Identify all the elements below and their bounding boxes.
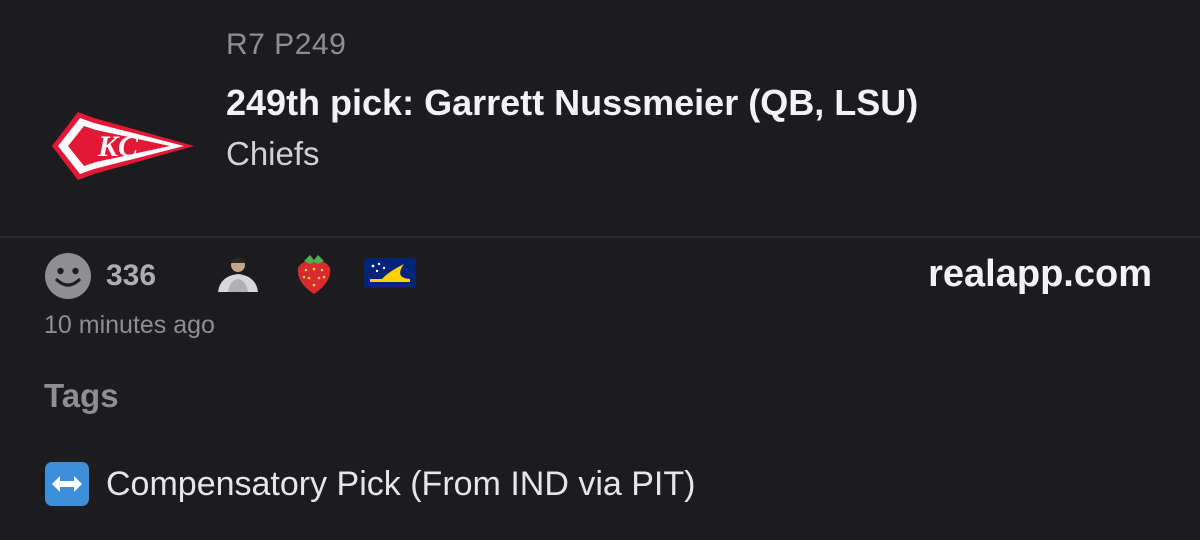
reaction-count: 336 [106, 259, 157, 292]
person-avatar-icon[interactable] [212, 252, 264, 292]
tags-heading: Tags [44, 377, 119, 414]
pick-code: R7 P249 [226, 28, 347, 61]
divider [0, 236, 1200, 238]
tag-label: Compensatory Pick (From IND via PIT) [106, 464, 696, 503]
pick-title: 249th pick: Garrett Nussmeier (QB, LSU) [226, 82, 919, 123]
smiley-reaction-button[interactable]: 336 [44, 252, 156, 300]
team-name: Chiefs [226, 135, 320, 172]
tag-item[interactable]: Compensatory Pick (From IND via PIT) [44, 461, 695, 507]
left-right-arrow-icon [45, 462, 89, 506]
source-link[interactable]: realapp.com [928, 253, 1152, 296]
logo-text: KC [97, 130, 139, 163]
tokelau-flag-icon[interactable] [364, 258, 416, 288]
strawberry-icon[interactable] [292, 252, 336, 296]
timestamp: 10 minutes ago [44, 311, 215, 339]
news-card: KC R7 P249 249th pick: Garrett Nussmeier… [0, 0, 1200, 540]
chiefs-logo-icon: KC [52, 112, 194, 180]
smiley-face-icon [45, 253, 91, 299]
